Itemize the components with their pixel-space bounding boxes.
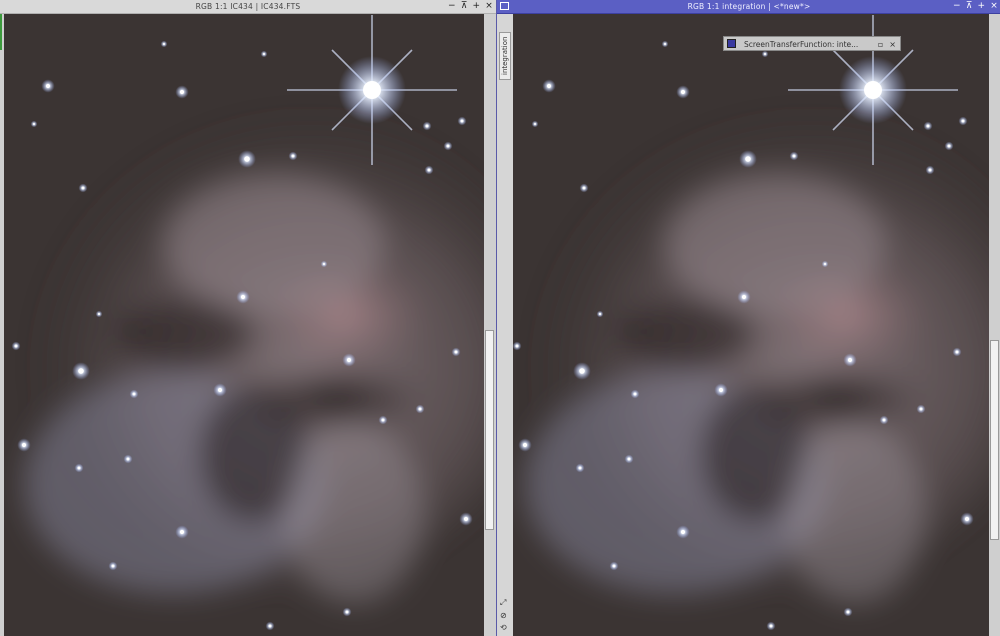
stf-controls: ▫ × xyxy=(878,37,896,52)
right-window-titlebar[interactable]: RGB 1:1 integration | <*new*> − ⊼ + × xyxy=(497,0,1000,14)
side-tools: ⤢ ⊘ ⟲ xyxy=(500,598,507,632)
maximize-button[interactable]: + xyxy=(473,0,481,13)
minimize-button[interactable]: − xyxy=(953,0,961,13)
left-window-titlebar[interactable]: RGB 1:1 IC434 | IC434.FTS − ⊼ + × xyxy=(0,0,496,14)
shade-button[interactable]: ⊼ xyxy=(966,0,973,13)
shade-button[interactable]: ⊼ xyxy=(461,0,468,13)
close-button[interactable]: × xyxy=(485,0,493,13)
left-vertical-scrollbar[interactable] xyxy=(484,14,496,636)
right-window-controls: − ⊼ + × xyxy=(953,0,998,13)
right-image-viewport[interactable] xyxy=(513,14,989,636)
left-scrollbar-thumb[interactable] xyxy=(485,330,494,530)
nebula-image[interactable] xyxy=(513,14,989,636)
right-image-window: RGB 1:1 integration | <*new*> − ⊼ + × in… xyxy=(496,0,1000,636)
rotate-icon[interactable]: ⟲ xyxy=(500,623,507,632)
right-window-title: RGB 1:1 integration | <*new*> xyxy=(687,2,811,11)
left-window-controls: − ⊼ + × xyxy=(448,0,493,13)
view-identifier-tab[interactable]: integration xyxy=(499,32,511,80)
maximize-button[interactable]: + xyxy=(978,0,986,13)
resize-icon[interactable]: ⤢ xyxy=(500,598,507,608)
close-button[interactable]: × xyxy=(889,37,896,52)
minimize-button[interactable]: − xyxy=(448,0,456,13)
mask-icon[interactable]: ⊘ xyxy=(500,611,507,620)
left-image-viewport[interactable] xyxy=(4,14,484,636)
close-button[interactable]: × xyxy=(990,0,998,13)
right-scrollbar-thumb[interactable] xyxy=(990,340,999,540)
screen-transfer-function-window[interactable]: ScreenTransferFunction: inte... ▫ × xyxy=(723,36,901,51)
float-button[interactable]: ▫ xyxy=(878,37,883,52)
stf-title: ScreenTransferFunction: inte... xyxy=(744,40,859,49)
right-vertical-scrollbar[interactable] xyxy=(989,14,1000,636)
view-side-tabs: integration ⤢ ⊘ ⟲ xyxy=(497,14,514,636)
nebula-image[interactable] xyxy=(4,14,484,636)
window-icon[interactable] xyxy=(500,2,509,10)
left-window-title: RGB 1:1 IC434 | IC434.FTS xyxy=(195,2,301,11)
stf-icon xyxy=(727,39,736,48)
left-window-active-marker xyxy=(0,14,2,50)
left-image-window: RGB 1:1 IC434 | IC434.FTS − ⊼ + × xyxy=(0,0,496,636)
